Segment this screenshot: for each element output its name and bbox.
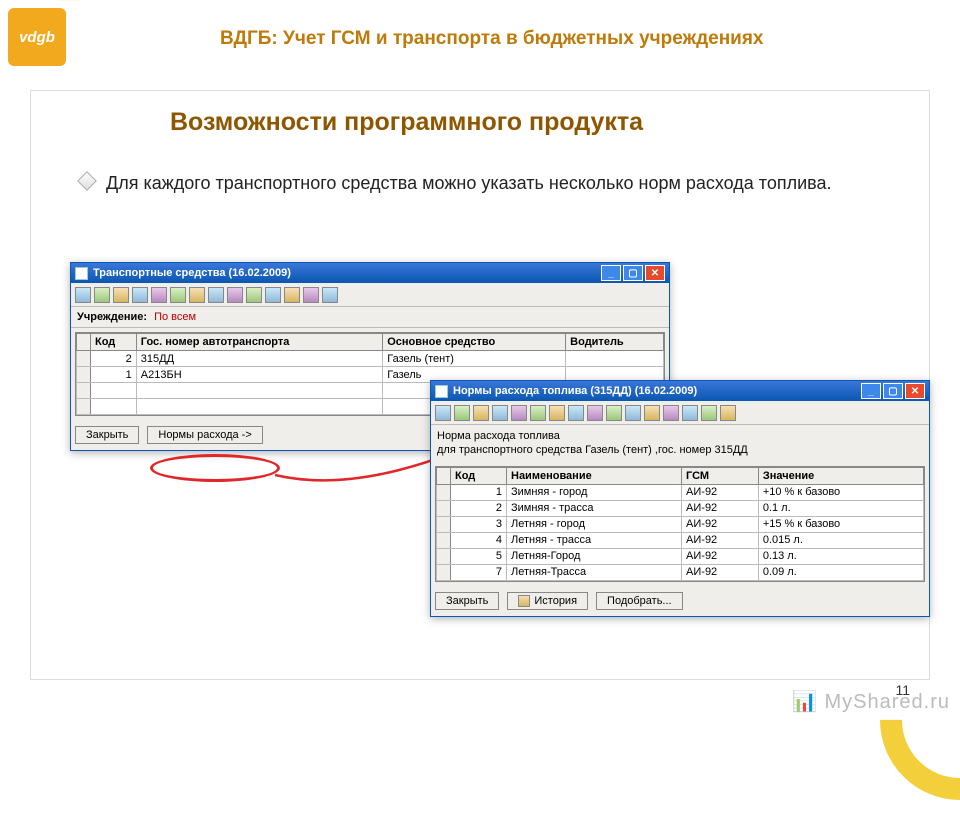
toolbar-icon[interactable] bbox=[606, 405, 622, 421]
window-icon bbox=[75, 267, 88, 280]
minimize-button[interactable]: _ bbox=[601, 265, 621, 281]
table-row[interactable]: 3Летняя - городАИ-92+15 % к базово bbox=[437, 516, 924, 532]
bullet-text: Для каждого транспортного средства можно… bbox=[106, 170, 832, 197]
toolbar-icon[interactable] bbox=[625, 405, 641, 421]
toolbar-icon[interactable] bbox=[227, 287, 243, 303]
toolbar-icon[interactable] bbox=[530, 405, 546, 421]
toolbar bbox=[431, 401, 929, 425]
col-asset[interactable]: Основное средство bbox=[383, 334, 566, 351]
toolbar-icon[interactable] bbox=[511, 405, 527, 421]
toolbar-icon[interactable] bbox=[284, 287, 300, 303]
col-value[interactable]: Значение bbox=[758, 467, 923, 484]
toolbar-icon[interactable] bbox=[454, 405, 470, 421]
toolbar bbox=[71, 283, 669, 307]
toolbar-icon[interactable] bbox=[435, 405, 451, 421]
table-row[interactable]: 5Летняя-ГородАИ-920.13 л. bbox=[437, 548, 924, 564]
bullet-icon bbox=[77, 171, 97, 191]
toolbar-icon[interactable] bbox=[473, 405, 489, 421]
toolbar-icon[interactable] bbox=[701, 405, 717, 421]
history-icon bbox=[518, 595, 530, 607]
toolbar-icon[interactable] bbox=[132, 287, 148, 303]
norms-table[interactable]: Код Наименование ГСМ Значение 1Зимняя - … bbox=[436, 467, 924, 581]
table-row[interactable]: 7Летняя-ТрассаАИ-920.09 л. bbox=[437, 564, 924, 580]
table-row[interactable]: 2 315ДД Газель (тент) bbox=[77, 351, 664, 367]
toolbar-icon[interactable] bbox=[720, 405, 736, 421]
toolbar-icon[interactable] bbox=[94, 287, 110, 303]
watermark: 📊 MyShared.ru bbox=[792, 689, 950, 714]
col-name[interactable]: Наименование bbox=[507, 467, 682, 484]
toolbar-icon[interactable] bbox=[113, 287, 129, 303]
toolbar-icon[interactable] bbox=[663, 405, 679, 421]
frame-line bbox=[30, 679, 930, 680]
window-icon bbox=[435, 385, 448, 398]
close-list-button[interactable]: Закрыть bbox=[75, 426, 139, 444]
maximize-button[interactable]: ▢ bbox=[883, 383, 903, 399]
filter-value[interactable]: По всем bbox=[154, 311, 196, 323]
col-code[interactable]: Код bbox=[451, 467, 507, 484]
col-fuel[interactable]: ГСМ bbox=[682, 467, 759, 484]
window-title: Транспортные средства (16.02.2009) bbox=[93, 267, 291, 279]
filter-label: Учреждение: bbox=[77, 311, 147, 323]
col-code[interactable]: Код bbox=[91, 334, 137, 351]
frame-line bbox=[30, 90, 930, 91]
norms-button[interactable]: Нормы расхода -> bbox=[147, 426, 262, 444]
col-driver[interactable]: Водитель bbox=[566, 334, 664, 351]
logo: vdgb bbox=[8, 8, 66, 66]
toolbar-icon[interactable] bbox=[303, 287, 319, 303]
table-row[interactable]: 1Зимняя - городАИ-92+10 % к базово bbox=[437, 484, 924, 500]
close-button[interactable]: ✕ bbox=[905, 383, 925, 399]
toolbar-icon[interactable] bbox=[246, 287, 262, 303]
col-regnum[interactable]: Гос. номер автотранспорта bbox=[136, 334, 382, 351]
toolbar-icon[interactable] bbox=[170, 287, 186, 303]
minimize-button[interactable]: _ bbox=[861, 383, 881, 399]
toolbar-icon[interactable] bbox=[568, 405, 584, 421]
norm-subtitle-1: Норма расхода топлива bbox=[437, 429, 923, 443]
toolbar-icon[interactable] bbox=[189, 287, 205, 303]
close-list-button[interactable]: Закрыть bbox=[435, 592, 499, 610]
toolbar-icon[interactable] bbox=[265, 287, 281, 303]
close-button[interactable]: ✕ bbox=[645, 265, 665, 281]
section-title: Возможности программного продукта bbox=[170, 108, 643, 137]
page-header: ВДГБ: Учет ГСМ и транспорта в бюджетных … bbox=[220, 28, 940, 50]
frame-line bbox=[30, 90, 31, 680]
toolbar-icon[interactable] bbox=[549, 405, 565, 421]
toolbar-icon[interactable] bbox=[682, 405, 698, 421]
maximize-button[interactable]: ▢ bbox=[623, 265, 643, 281]
toolbar-icon[interactable] bbox=[75, 287, 91, 303]
history-button[interactable]: История bbox=[507, 592, 588, 610]
toolbar-icon[interactable] bbox=[208, 287, 224, 303]
table-row[interactable]: 4Летняя - трассаАИ-920.015 л. bbox=[437, 532, 924, 548]
window-title: Нормы расхода топлива (315ДД) (16.02.200… bbox=[453, 385, 697, 397]
pick-button[interactable]: Подобрать... bbox=[596, 592, 683, 610]
toolbar-icon[interactable] bbox=[492, 405, 508, 421]
callout-ellipse bbox=[150, 454, 280, 482]
norm-subtitle-2: для транспортного средства Газель (тент)… bbox=[437, 443, 923, 457]
toolbar-icon[interactable] bbox=[587, 405, 603, 421]
toolbar-icon[interactable] bbox=[151, 287, 167, 303]
toolbar-icon[interactable] bbox=[322, 287, 338, 303]
toolbar-icon[interactable] bbox=[644, 405, 660, 421]
table-row[interactable]: 2Зимняя - трассаАИ-920.1 л. bbox=[437, 500, 924, 516]
